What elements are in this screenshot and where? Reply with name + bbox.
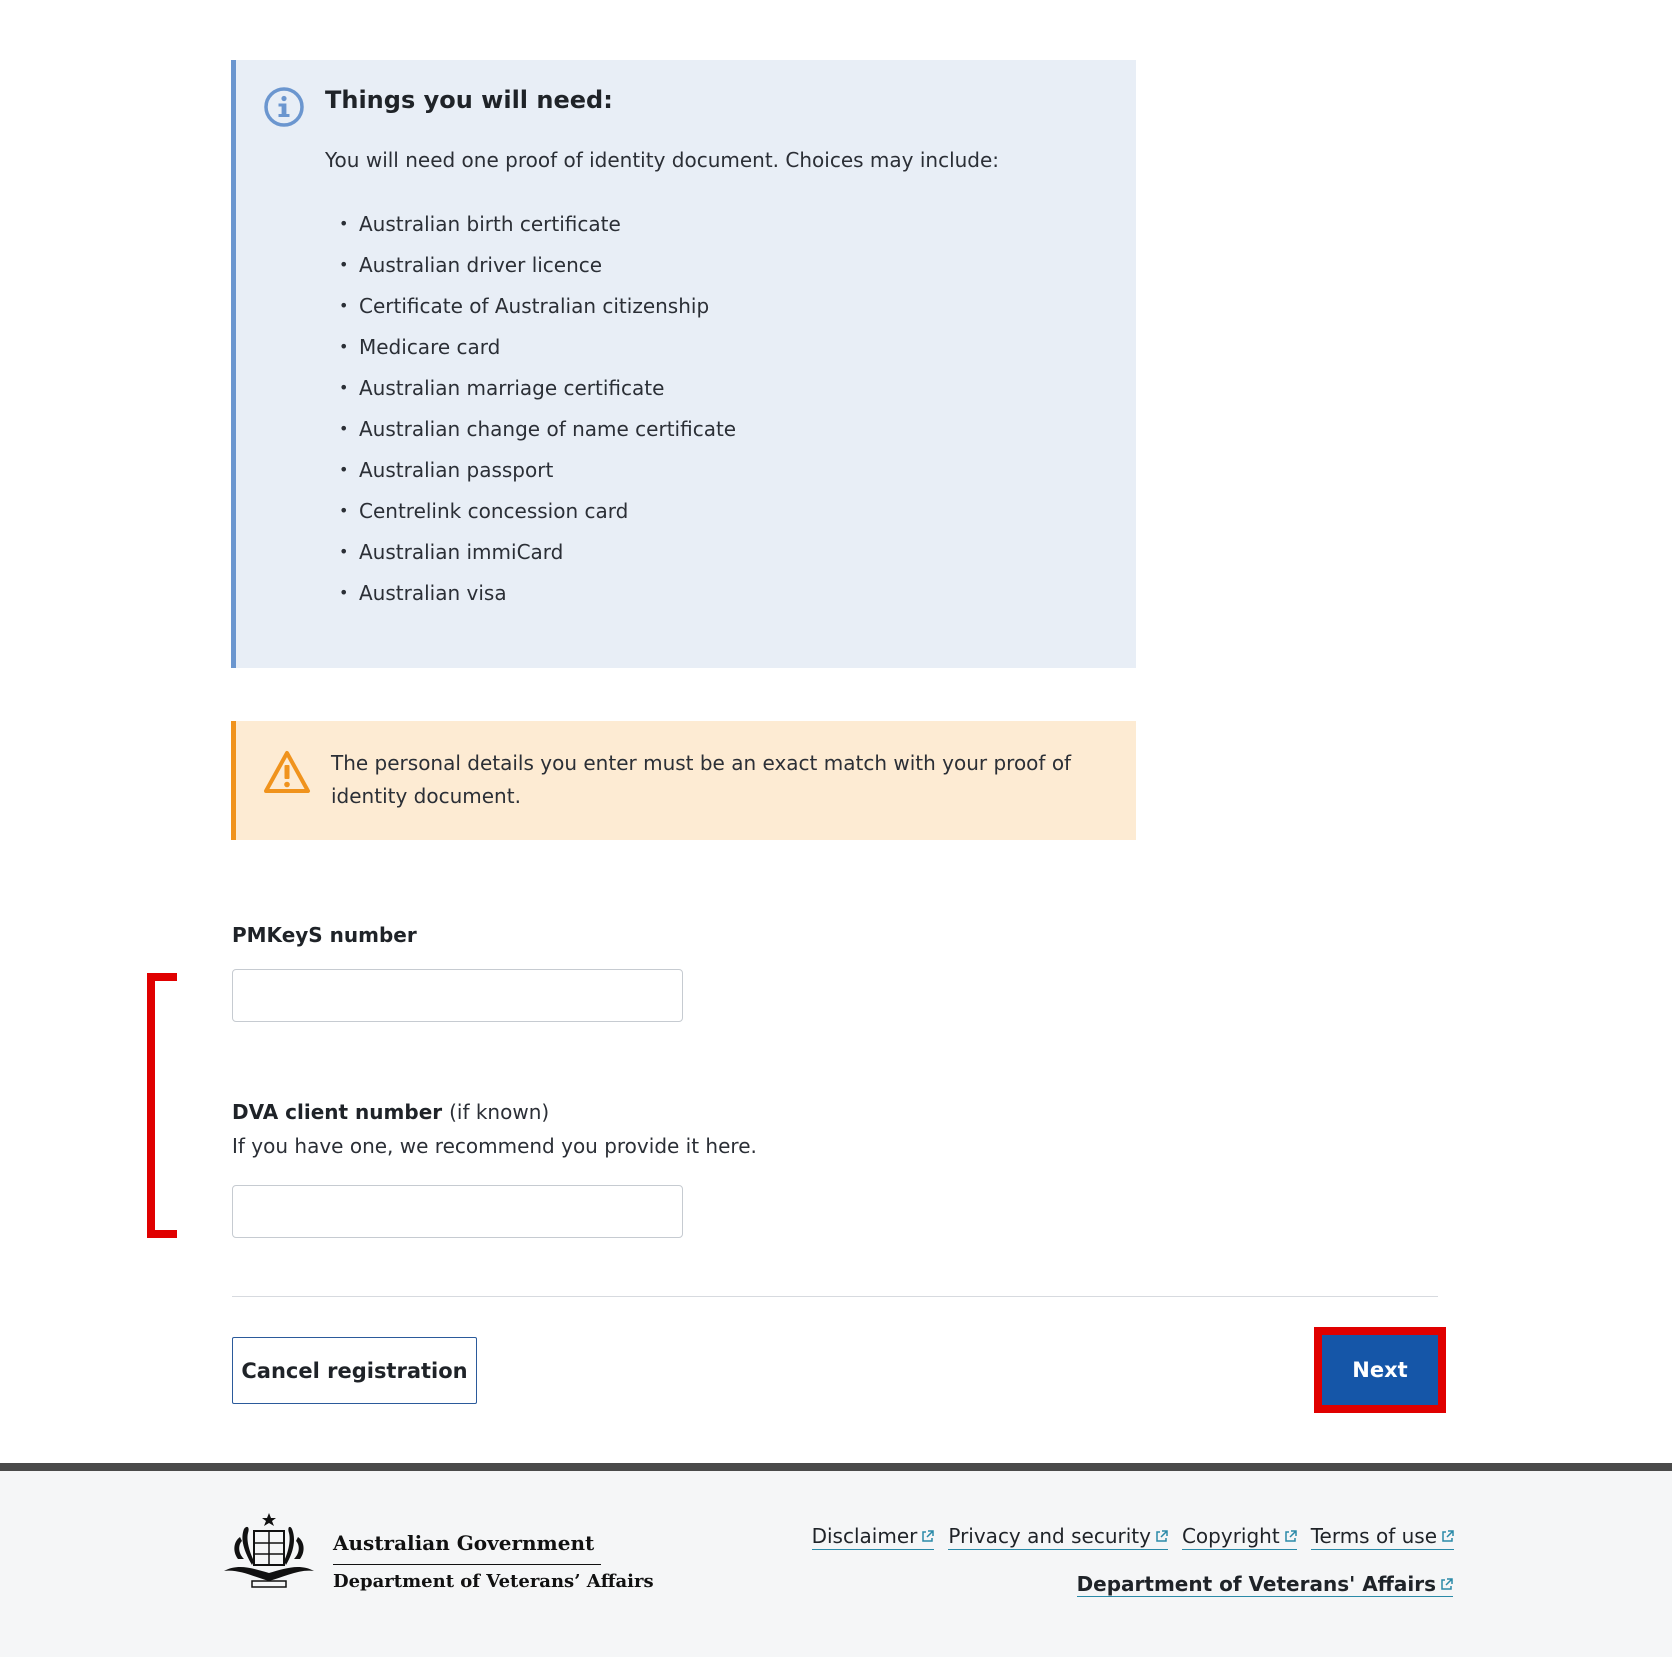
next-button-highlight: Next — [1314, 1327, 1446, 1413]
external-link-icon — [1442, 1529, 1454, 1542]
list-item: Australian passport — [339, 456, 736, 497]
external-link-icon — [922, 1529, 935, 1542]
government-name: Australian Government — [333, 1531, 595, 1555]
document-list: Australian birth certificate Australian … — [339, 210, 736, 620]
logo-divider — [333, 1564, 601, 1565]
info-intro: You will need one proof of identity docu… — [325, 148, 1000, 172]
warning-text: The personal details you enter must be a… — [331, 751, 1072, 808]
divider — [232, 1296, 1438, 1297]
footer-link-label: Privacy and security — [948, 1524, 1151, 1548]
footer: Australian Government Department of Vete… — [0, 1471, 1672, 1657]
dva-client-input[interactable] — [232, 1185, 683, 1238]
footer-link-label: Copyright — [1181, 1524, 1280, 1548]
next-button[interactable]: Next — [1322, 1335, 1438, 1405]
info-title: Things you will need: — [325, 86, 613, 114]
warning-callout: The personal details you enter must be a… — [231, 721, 1136, 840]
list-item: Australian change of name certificate — [339, 415, 736, 456]
footer-link-terms[interactable]: Terms of use — [1310, 1524, 1454, 1550]
footer-link-label: Disclaimer — [811, 1524, 918, 1548]
warning-icon — [264, 751, 310, 793]
external-link-icon — [1284, 1529, 1297, 1542]
footer-link-copyright[interactable]: Copyright — [1181, 1524, 1297, 1550]
list-item: Certificate of Australian citizenship — [339, 292, 736, 333]
footer-bar — [0, 1463, 1672, 1471]
list-item: Australian driver licence — [339, 251, 736, 292]
pmkeys-label: PMKeyS number — [232, 923, 417, 947]
list-item: Medicare card — [339, 333, 736, 374]
department-name: Department of Veterans’ Affairs — [333, 1571, 654, 1592]
list-item: Australian visa — [339, 579, 736, 620]
highlight-bracket — [147, 973, 177, 1238]
dva-client-hint: If you have one, we recommend you provid… — [232, 1134, 757, 1158]
footer-link-disclaimer[interactable]: Disclaimer — [811, 1524, 935, 1550]
footer-link-dva[interactable]: Department of Veterans' Affairs — [1076, 1572, 1453, 1597]
list-item: Australian marriage certificate — [339, 374, 736, 415]
cancel-registration-button[interactable]: Cancel registration — [232, 1337, 477, 1404]
footer-link-privacy[interactable]: Privacy and security — [948, 1524, 1168, 1550]
footer-link-label: Department of Veterans' Affairs — [1076, 1572, 1436, 1596]
external-link-icon — [1156, 1529, 1168, 1542]
pmkeys-input[interactable] — [232, 969, 683, 1022]
dva-client-label-text: DVA client number — [232, 1100, 443, 1124]
dva-client-label: DVA client number (if known) — [232, 1100, 549, 1124]
coat-of-arms-logo — [224, 1513, 314, 1588]
info-icon — [264, 87, 304, 127]
list-item: Australian birth certificate — [339, 210, 736, 251]
footer-link-label: Terms of use — [1310, 1524, 1437, 1548]
external-link-icon — [1441, 1577, 1453, 1590]
info-callout: Things you will need: You will need one … — [231, 60, 1136, 668]
footer-links: Disclaimer Privacy and security Copyrigh… — [811, 1524, 1454, 1550]
dva-client-label-suffix: (if known) — [449, 1100, 550, 1124]
list-item: Centrelink concession card — [339, 497, 736, 538]
list-item: Australian immiCard — [339, 538, 736, 579]
